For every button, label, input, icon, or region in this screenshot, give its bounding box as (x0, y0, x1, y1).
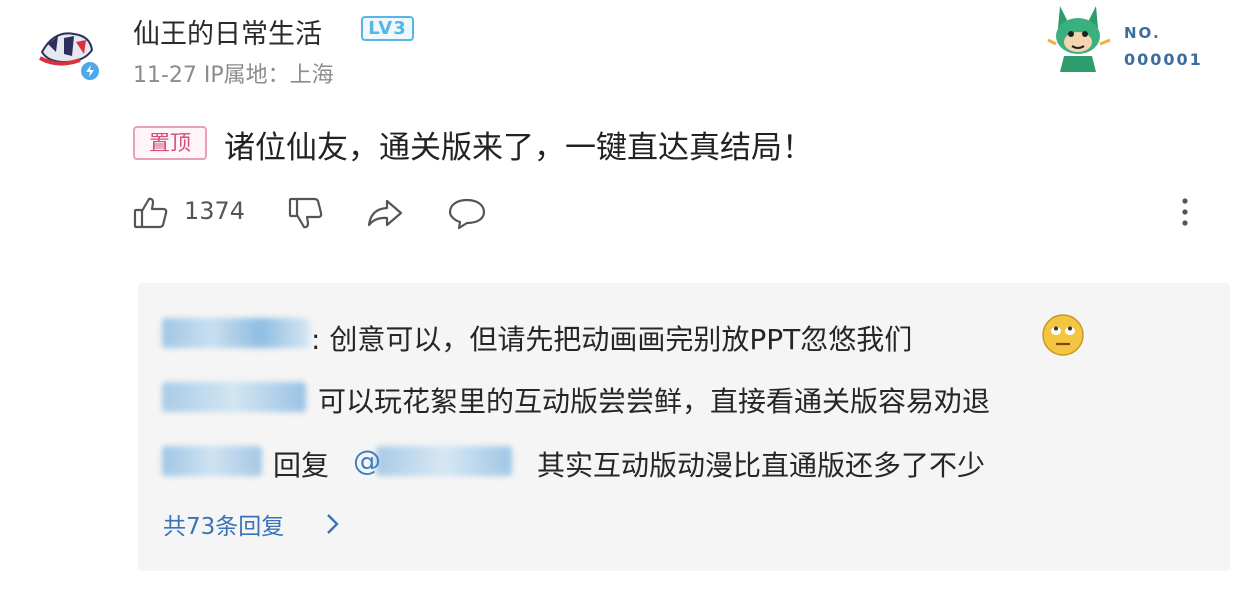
mention-username-blurred[interactable] (376, 446, 512, 476)
mascot-badge-icon (1038, 0, 1118, 74)
reply-username-blurred[interactable] (162, 382, 306, 412)
reply-3-prefix: 回复 (273, 449, 330, 482)
thumbs-up-icon[interactable] (131, 193, 171, 233)
badge-label: NO. (1124, 24, 1161, 42)
pinned-tag: 置顶 (133, 126, 207, 160)
reply-1-text: : 创意可以，但请先把动画画完别放PPT忽悠我们 (311, 323, 913, 356)
thumbs-down-icon[interactable] (286, 193, 326, 233)
chevron-right-icon[interactable] (320, 510, 344, 538)
share-icon[interactable] (365, 193, 405, 233)
post-meta: 11-27 IP属地：上海 (133, 63, 334, 88)
view-all-replies-link[interactable]: 共73条回复 (163, 507, 284, 541)
comment-icon[interactable] (447, 193, 487, 233)
reply-username-blurred[interactable] (162, 446, 262, 476)
reply-3-text: 其实互动版动漫比直通版还多了不少 (537, 449, 986, 482)
post-title[interactable]: 诸位仙友，通关版来了，一键直达真结局！ (224, 122, 813, 167)
level-badge: LV3 (361, 16, 414, 41)
eye-roll-emoji-icon (1041, 313, 1085, 357)
reply-2-text: 可以玩花絮里的互动版尝尝鲜，直接看通关版容易劝退 (318, 385, 991, 418)
verified-icon (79, 60, 101, 82)
reply-username-blurred[interactable] (162, 318, 310, 348)
more-vertical-icon[interactable] (1170, 193, 1200, 233)
badge-number: 000001 (1124, 50, 1203, 69)
username[interactable]: 仙王的日常生活 (133, 12, 322, 51)
reply-3-mention[interactable]: @ (353, 444, 381, 477)
like-count: 1374 (184, 197, 246, 225)
